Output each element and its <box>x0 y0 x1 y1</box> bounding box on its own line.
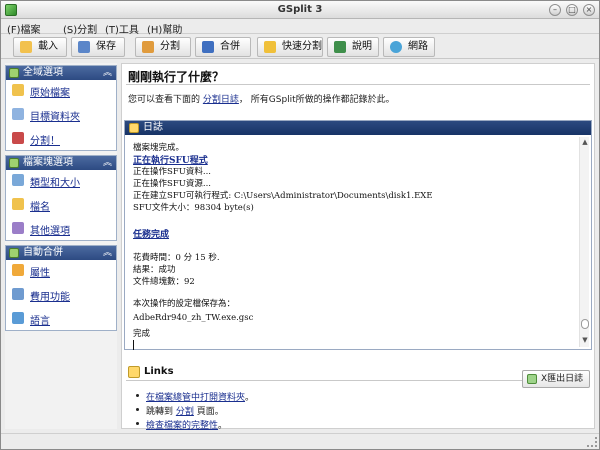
source-file-icon <box>12 84 24 96</box>
web-button[interactable]: 網路 <box>383 37 435 57</box>
load-button[interactable]: 載入 <box>13 37 67 57</box>
join-button[interactable]: 合併 <box>195 37 251 57</box>
log-line: AdbeRdr940_zh_TW.exe.gsc <box>133 313 254 323</box>
toolbar: 載入 保存 分割 合併 快速分割 說明 網路 <box>1 35 599 59</box>
menu-split[interactable]: (S)分割 <box>63 21 97 36</box>
split-log-link[interactable]: 分割日誌 <box>203 95 239 105</box>
panel-auto-join: 自動合併 ︽ 屬性 費用功能 語言 <box>5 245 117 331</box>
links-icon <box>128 366 140 378</box>
log-line: SFU文件大小：98304 byte(s) <box>133 203 254 213</box>
page-title: 剛剛執行了什麼？ <box>128 70 225 84</box>
filename-icon <box>12 198 24 210</box>
scroll-up-arrow-icon[interactable]: ▲ <box>580 137 590 147</box>
type-size-icon <box>12 174 24 186</box>
export-log-button[interactable]: X匯出日誌 <box>522 370 590 388</box>
export-icon <box>527 374 537 384</box>
panel-header-global-options[interactable]: 全域選項 ︽ <box>6 66 116 80</box>
chevron-up-icon[interactable]: ︽ <box>103 246 112 260</box>
target-folder-icon <box>12 108 24 120</box>
status-bar <box>1 433 599 449</box>
log-line: 正在操作SFU資料... <box>133 167 211 177</box>
log-line: 結果：成功 <box>133 265 176 275</box>
auto-join-icon <box>9 248 19 258</box>
load-icon <box>20 41 32 53</box>
bullet-dot <box>136 422 139 425</box>
open-folder-link[interactable]: 在檔案總管中打開資料夾 <box>146 393 245 403</box>
menu-tools[interactable]: (T)工具 <box>105 21 139 36</box>
bullet-dot <box>136 394 139 397</box>
panel-header-auto-join[interactable]: 自動合併 ︽ <box>6 246 116 260</box>
sidebar: 全域選項 ︽ 原始檔案 目標資料夾 分割！ 檔案塊選項 ︽ 類型和大小 檔名 其… <box>5 63 117 429</box>
log-line: 檔案塊完成。 <box>133 143 185 153</box>
help-book-icon <box>334 41 346 53</box>
scissors-icon <box>12 132 24 144</box>
title-bar[interactable]: GSplit 3 – □ × <box>1 1 599 19</box>
log-line: 正在操作SFU資源... <box>133 179 211 189</box>
cost-function-icon <box>12 288 24 300</box>
log-panel: 日誌 檔案塊完成。 正在執行SFU程式 正在操作SFU資料... 正在操作SFU… <box>124 120 592 350</box>
menu-file[interactable]: (F)檔案 <box>7 21 41 36</box>
global-options-icon <box>9 68 19 78</box>
maximize-button[interactable]: □ <box>566 4 578 16</box>
minimize-button[interactable]: – <box>549 4 561 16</box>
log-header: 日誌 <box>125 121 591 135</box>
log-icon <box>129 123 139 133</box>
save-icon <box>78 41 90 53</box>
properties-icon <box>12 264 24 276</box>
scroll-thumb[interactable] <box>581 319 589 329</box>
window-title: GSplit 3 <box>277 4 323 15</box>
panel-global-options: 全域選項 ︽ 原始檔案 目標資料夾 分割！ <box>5 65 117 151</box>
scroll-down-arrow-icon[interactable]: ▼ <box>580 335 590 345</box>
log-line: 花費時間：0 分 15 秒. <box>133 253 220 263</box>
panel-header-piece-options[interactable]: 檔案塊選項 ︽ <box>6 156 116 170</box>
other-options-icon <box>12 222 24 234</box>
gsplit-window: GSplit 3 – □ × (F)檔案 (S)分割 (T)工具 (H)幫助 載… <box>0 0 600 450</box>
log-line: 正在建立SFU可執行程式: C:\Users\Administrator\Doc… <box>133 191 433 201</box>
split-button[interactable]: 分割 <box>135 37 191 57</box>
check-integrity-link[interactable]: 檢查檔案的完整性 <box>146 421 218 431</box>
menu-help[interactable]: (H)幫助 <box>147 21 182 36</box>
split-icon <box>142 41 154 53</box>
chevron-up-icon[interactable]: ︽ <box>103 156 112 170</box>
text-caret <box>133 340 134 350</box>
language-icon <box>12 312 24 324</box>
main-panel: 剛剛執行了什麼？ 您可以查看下面的 分割日誌， 所有GSplit所做的操作都記錄… <box>121 63 595 431</box>
help-button[interactable]: 說明 <box>327 37 379 57</box>
menu-bar: (F)檔案 (S)分割 (T)工具 (H)幫助 <box>1 19 599 36</box>
bullet-dot <box>136 408 139 411</box>
globe-icon <box>390 41 402 53</box>
join-icon <box>202 41 214 53</box>
quick-split-icon <box>264 41 276 53</box>
go-to-split-link[interactable]: 分割 <box>176 407 194 417</box>
title-divider <box>126 84 590 85</box>
close-button[interactable]: × <box>583 4 595 16</box>
save-button[interactable]: 保存 <box>71 37 125 57</box>
log-line: 任務完成 <box>133 230 170 240</box>
panel-piece-options: 檔案塊選項 ︽ 類型和大小 檔名 其他選項 <box>5 155 117 241</box>
log-line: 文件總塊數：92 <box>133 277 195 287</box>
log-text-area[interactable]: 檔案塊完成。 正在執行SFU程式 正在操作SFU資料... 正在操作SFU資源.… <box>133 141 569 350</box>
chevron-up-icon[interactable]: ︽ <box>103 66 112 80</box>
page-description: 您可以查看下面的 分割日誌， 所有GSplit所做的操作都記錄於此。 <box>128 95 395 105</box>
log-line: 完成 <box>133 329 151 339</box>
quick-split-button[interactable]: 快速分割 <box>257 37 323 57</box>
log-scrollbar[interactable]: ▲ ▼ <box>579 137 589 347</box>
log-line: 本次操作的設定檔保存為： <box>133 299 236 309</box>
piece-options-icon <box>9 158 19 168</box>
links-divider <box>126 380 522 381</box>
resize-grip-icon[interactable] <box>587 437 597 447</box>
